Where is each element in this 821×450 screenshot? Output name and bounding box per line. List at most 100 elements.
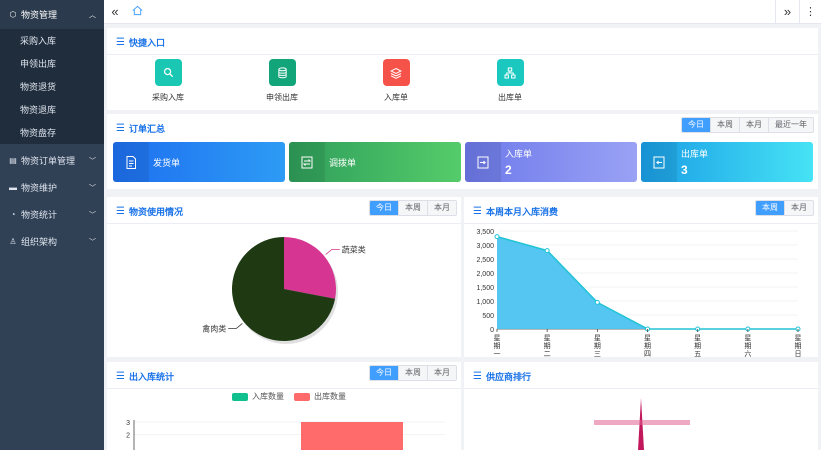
sidebar-item-inventory[interactable]: 物资盘存 [0,121,104,144]
pie-slice-0[interactable] [284,237,336,299]
database-icon [268,59,296,86]
document-icon [113,142,149,182]
layers-icon [382,59,410,86]
sidebar-item-return-goods[interactable]: 物资退货 [0,75,104,98]
area-point-0[interactable] [494,234,500,240]
legend-swatch-out[interactable] [294,392,310,401]
period-month[interactable]: 本月 [739,118,768,132]
quick-item-label: 申领出库 [266,93,298,102]
panel-title-text: 供应商排行 [485,371,531,382]
area-point-2[interactable] [594,299,600,305]
card-out-order[interactable]: 出库单 3 [641,142,813,182]
double-chevron-left-icon[interactable]: « [104,0,126,24]
y-tick-label: 1,500 [476,285,494,292]
period-week[interactable]: 本周 [398,201,427,215]
usage-panel: ☰ 物资使用情况 今日 本周 本月 蔬菜类禽肉类 [107,197,461,357]
period-today[interactable]: 今日 [682,118,710,132]
card-delivery-order[interactable]: 发货单 [113,142,285,182]
user-icon: ♙ [9,237,17,246]
top-bar: « » ⋮ [104,0,821,24]
supplier-panel: ☰ 供应商排行 [464,362,818,450]
pie-leader-1 [228,323,243,329]
pie-label-1: 禽肉类 [202,324,226,334]
panel-title: ☰ 供应商排行 [473,370,531,382]
home-icon[interactable] [126,5,148,19]
y-tick-label: 3,000 [476,243,494,250]
y-tick-label: 0 [490,327,494,334]
inout-panel: ☰ 出入库统计 今日 本周 本月 入库数量 出库数量 32 [107,362,461,450]
x-tick-label: 星期一 [494,334,501,357]
chevron-up-icon: ︿ [89,11,96,19]
y-tick-label: 2 [126,433,130,440]
card-label: 发货单 [153,157,181,168]
sidebar-group-org[interactable]: ♙ 组织架构 ﹀ [0,228,104,255]
panel-title: ☰ 物资使用情况 [116,205,183,217]
card-in-order[interactable]: 入库单 2 [465,142,637,182]
bar-1[interactable] [301,422,403,450]
pie-leader-0 [325,249,340,255]
quick-entry-panel: ☰ 快捷入口 采购入库 申领出库 入库单 出库单 [107,28,818,110]
legend-swatch-in[interactable] [232,392,248,401]
period-week[interactable]: 本周 [398,366,427,380]
period-month[interactable]: 本月 [427,366,456,380]
y-tick-label: 1,000 [476,299,494,306]
card-transfer-order[interactable]: 调拨单 [289,142,461,182]
submenu: 采购入库 申领出库 物资退货 物资退库 物资盘存 [0,29,104,144]
menu-group-label: 物资管理 [21,10,58,20]
sidebar-item-return-stock[interactable]: 物资退库 [0,98,104,121]
divider [464,223,818,224]
list-icon: ☰ [116,370,125,382]
card-label: 入库单 [505,149,533,159]
supplier-label-bar [594,420,690,425]
list-icon: ☰ [473,205,482,217]
pie-label-0: 蔬菜类 [342,244,366,254]
box-icon: ⬡ [9,10,17,19]
transfer-icon [289,142,325,182]
period-year[interactable]: 最近一年 [768,118,813,132]
quick-item-out-order[interactable]: 出库单 [480,59,540,103]
panel-title-text: 订单汇总 [128,123,165,134]
sidebar: ⬡ 物资管理 ︿ 采购入库 申领出库 物资退货 物资退库 物资盘存 ▤ 物资订单… [0,0,104,450]
sidebar-item-purchase-in[interactable]: 采购入库 [0,29,104,52]
sidebar-group-orders[interactable]: ▤ 物资订单管理 ﹀ [0,147,104,174]
supplier-ranking-chart [594,398,690,450]
period-week[interactable]: 本周 [756,201,784,215]
inbox-icon [465,142,501,182]
search-icon [154,59,182,86]
sidebar-group-maintain[interactable]: ▬ 物资维护 ﹀ [0,174,104,201]
sidebar-group-label: 物资统计 [21,210,58,220]
outbox-icon [641,142,677,182]
sidebar-group-stats[interactable]: ◔ 物资统计 ﹀ [0,201,104,228]
order-summary-panel: ☰ 订单汇总 今日 本周 本月 最近一年 发货单 调拨单 入库单 2 出库单 3 [107,114,818,189]
quick-item-label: 入库单 [384,93,408,102]
sidebar-item-request-out[interactable]: 申领出库 [0,52,104,75]
quick-item-in-order[interactable]: 入库单 [366,59,426,103]
period-month[interactable]: 本月 [784,201,813,215]
clipboard-icon: ▤ [9,156,17,165]
y-tick-label: 2,000 [476,271,494,278]
more-vertical-icon[interactable]: ⋮ [799,0,821,24]
divider [464,388,818,389]
card-count: 2 [505,163,512,177]
inout-bar-chart: 32 [126,420,445,450]
period-month[interactable]: 本月 [427,201,456,215]
weekly-area-chart: 3,500 3,000 2,500 2,000 1,500 1,000 500 0星期一 星期二… [476,229,801,357]
card-count: 3 [681,163,688,177]
period-today[interactable]: 今日 [370,201,398,215]
divider [107,54,818,55]
quick-item-purchase-in[interactable]: 采购入库 [138,59,198,103]
panel-title: ☰ 快捷入口 [116,36,165,48]
hierarchy-icon [496,59,524,86]
area-point-1[interactable] [544,248,550,254]
period-selector: 本周 本月 [755,200,814,216]
menu-group-active[interactable]: ⬡ 物资管理 ︿ [0,0,104,29]
weekly-panel: ☰ 本周本月入库消费 本周 本月 3,500 3,000 2,500 2,000 1,50… [464,197,818,357]
panel-title: ☰ 出入库统计 [116,370,174,382]
chart-legend: 入库数量 出库数量 [107,391,461,402]
quick-item-request-out[interactable]: 申领出库 [252,59,312,103]
double-chevron-right-icon[interactable]: » [775,0,799,24]
period-week[interactable]: 本周 [710,118,739,132]
sidebar-group-label: 物资订单管理 [21,156,76,166]
period-today[interactable]: 今日 [370,366,398,380]
y-tick-label: 3 [126,420,130,427]
